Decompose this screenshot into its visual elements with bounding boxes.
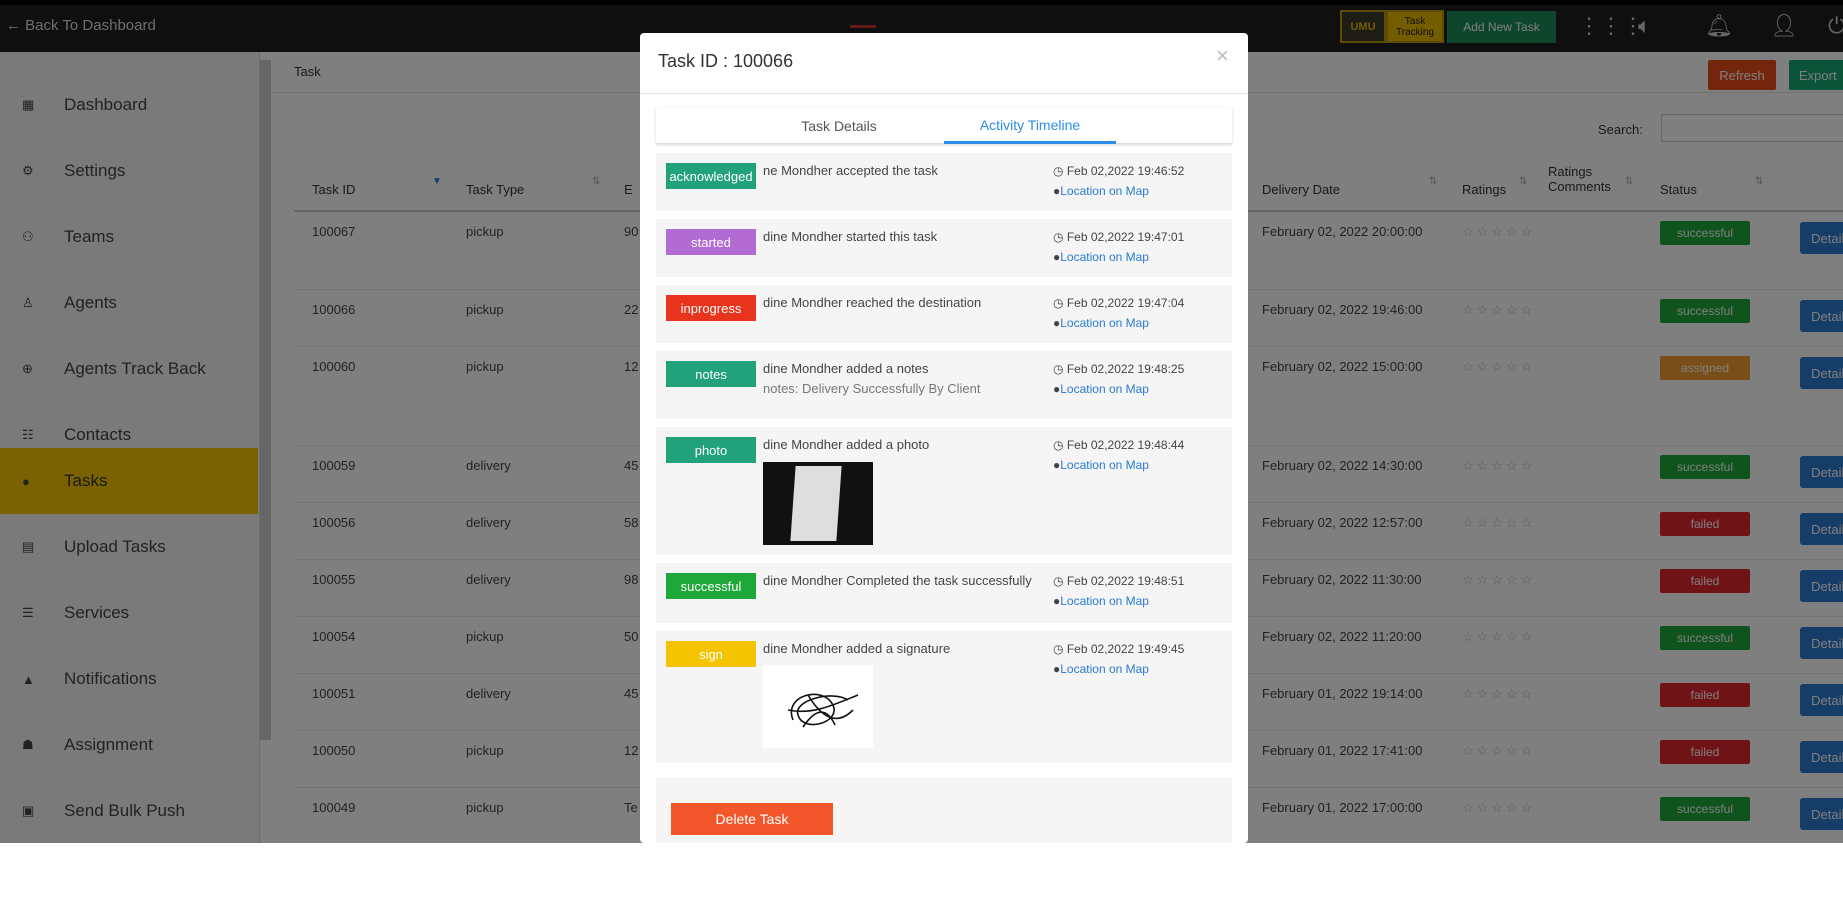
activity-badge: sign bbox=[666, 641, 756, 667]
activity-text: dine Mondher Completed the task successf… bbox=[763, 573, 1032, 588]
activity-item: started dine Mondher started this task ◷… bbox=[656, 219, 1232, 277]
signature-image bbox=[787, 693, 859, 728]
activity-text: ne Mondher accepted the task bbox=[763, 163, 938, 178]
activity-time: Feb 02,2022 19:49:45 bbox=[1066, 642, 1185, 656]
signature-thumbnail[interactable] bbox=[763, 665, 873, 748]
app-window: ← Back To Dashboard UMU Task Tracking Ad… bbox=[0, 0, 1843, 843]
clock-icon: ◷ bbox=[1053, 164, 1064, 178]
activity-badge: inprogress bbox=[666, 295, 756, 321]
modal-title: Task ID : 100066 bbox=[658, 51, 794, 71]
location-on-map-link[interactable]: Location on Map bbox=[1060, 250, 1149, 264]
activity-badge: acknowledged bbox=[666, 163, 756, 189]
activity-meta: ◷ Feb 02,2022 19:48:44 ●Location on Map bbox=[1053, 435, 1184, 475]
clock-icon: ◷ bbox=[1053, 642, 1064, 656]
activity-time: Feb 02,2022 19:48:25 bbox=[1066, 362, 1185, 376]
activity-meta: ◷ Feb 02,2022 19:49:45 ●Location on Map bbox=[1053, 639, 1184, 679]
activity-item: acknowledged ne Mondher accepted the tas… bbox=[656, 153, 1232, 211]
activity-text: dine Mondher added a signature bbox=[763, 641, 951, 656]
activity-text: dine Mondher added a notes bbox=[763, 361, 929, 376]
tab-task-details[interactable]: Task Details bbox=[768, 108, 910, 144]
activity-item: inprogress dine Mondher reached the dest… bbox=[656, 285, 1232, 343]
location-on-map-link[interactable]: Location on Map bbox=[1060, 184, 1149, 198]
activity-time: Feb 02,2022 19:46:52 bbox=[1066, 164, 1185, 178]
divider bbox=[640, 93, 1248, 94]
location-on-map-link[interactable]: Location on Map bbox=[1060, 594, 1149, 608]
clock-icon: ◷ bbox=[1053, 438, 1064, 452]
tab-activity-timeline[interactable]: Activity Timeline bbox=[944, 108, 1116, 144]
location-on-map-link[interactable]: Location on Map bbox=[1060, 662, 1149, 676]
clock-icon: ◷ bbox=[1053, 362, 1064, 376]
activity-meta: ◷ Feb 02,2022 19:47:04 ●Location on Map bbox=[1053, 293, 1184, 333]
activity-text: dine Mondher started this task bbox=[763, 229, 938, 244]
close-icon[interactable]: × bbox=[1216, 43, 1229, 69]
photo-thumbnail[interactable] bbox=[763, 462, 873, 545]
activity-meta: ◷ Feb 02,2022 19:47:01 ●Location on Map bbox=[1053, 227, 1184, 267]
photo-content bbox=[790, 466, 842, 541]
activity-note: notes: Delivery Successfully By Client bbox=[763, 381, 981, 396]
activity-meta: ◷ Feb 02,2022 19:48:25 ●Location on Map bbox=[1053, 359, 1184, 399]
activity-time: Feb 02,2022 19:47:04 bbox=[1066, 296, 1185, 310]
activity-meta: ◷ Feb 02,2022 19:48:51 ●Location on Map bbox=[1053, 571, 1184, 611]
location-on-map-link[interactable]: Location on Map bbox=[1060, 316, 1149, 330]
activity-item: sign dine Mondher added a signature ◷ Fe… bbox=[656, 631, 1232, 763]
activity-text-block: dine Mondher added a notes notes: Delive… bbox=[763, 359, 1053, 399]
activity-badge: notes bbox=[666, 361, 756, 387]
activity-badge: started bbox=[666, 229, 756, 255]
location-on-map-link[interactable]: Location on Map bbox=[1060, 382, 1149, 396]
task-modal: Task ID : 100066 × Task Details Activity… bbox=[640, 33, 1248, 843]
activity-item: photo dine Mondher added a photo ◷ Feb 0… bbox=[656, 427, 1232, 555]
clock-icon: ◷ bbox=[1053, 296, 1064, 310]
activity-item: notes dine Mondher added a notes notes: … bbox=[656, 351, 1232, 419]
activity-badge: photo bbox=[666, 437, 756, 463]
delete-task-button[interactable]: Delete Task bbox=[671, 803, 833, 835]
activity-time: Feb 02,2022 19:47:01 bbox=[1066, 230, 1185, 244]
activity-badge: successful bbox=[666, 573, 756, 599]
modal-tabs: Task Details Activity Timeline bbox=[656, 108, 1232, 144]
clock-icon: ◷ bbox=[1053, 574, 1064, 588]
activity-time: Feb 02,2022 19:48:51 bbox=[1066, 574, 1185, 588]
activity-text: dine Mondher added a photo bbox=[763, 437, 930, 452]
activity-meta: ◷ Feb 02,2022 19:46:52 ●Location on Map bbox=[1053, 161, 1184, 201]
activity-text: dine Mondher reached the destination bbox=[763, 295, 982, 310]
clock-icon: ◷ bbox=[1053, 230, 1064, 244]
activity-time: Feb 02,2022 19:48:44 bbox=[1066, 438, 1185, 452]
activity-item: successful dine Mondher Completed the ta… bbox=[656, 563, 1232, 623]
location-on-map-link[interactable]: Location on Map bbox=[1060, 458, 1149, 472]
